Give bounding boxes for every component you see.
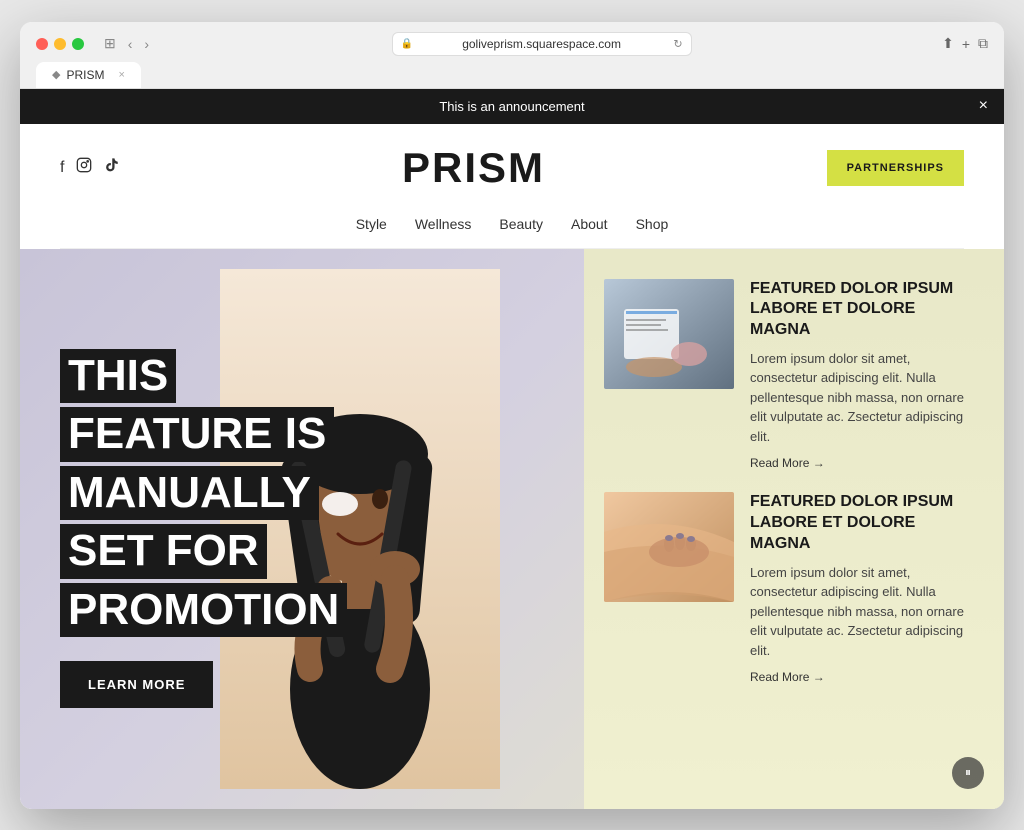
back-btn[interactable]: ‹ — [124, 34, 137, 54]
hero-line-4: SET FOR — [60, 524, 267, 579]
site-logo[interactable]: PRISM — [402, 144, 545, 192]
tiktok-icon[interactable] — [104, 157, 120, 178]
refresh-icon[interactable]: ↻ — [673, 37, 682, 50]
learn-more-button[interactable]: LEARN MORE — [60, 661, 213, 708]
article-thumbnail-2[interactable] — [604, 492, 734, 602]
announcement-close-btn[interactable]: × — [979, 97, 988, 115]
hero-section: THIS FEATURE IS MANUALLY SET FOR PROMOTI… — [20, 249, 1004, 809]
article-content-2: FEATURED DOLOR IPSUM LABORE ET DOLORE MA… — [750, 492, 974, 686]
read-more-link-1[interactable]: Read More — [750, 456, 825, 470]
pause-icon: ⏸ — [965, 765, 971, 780]
share-icon[interactable]: ⬆ — [942, 35, 954, 52]
nav-beauty[interactable]: Beauty — [499, 216, 543, 232]
site-header: f PRISM PARTNERSHIP — [20, 124, 1004, 249]
active-tab[interactable]: ◆ PRISM × — [36, 62, 141, 88]
hero-left: THIS FEATURE IS MANUALLY SET FOR PROMOTI… — [20, 249, 584, 809]
hero-line-1: THIS — [60, 349, 176, 404]
pause-button[interactable]: ⏸ — [952, 757, 984, 789]
nav-shop[interactable]: Shop — [636, 216, 669, 232]
hero-line-2: FEATURE IS — [60, 407, 334, 462]
hero-headline: THIS FEATURE IS MANUALLY SET FOR PROMOTI… — [60, 349, 544, 642]
website-content: This is an announcement × f — [20, 89, 1004, 809]
maximize-dot[interactable] — [72, 38, 84, 50]
browser-chrome: ⊞ ‹ › 🔒 goliveprism.squarespace.com ↻ ⬆ … — [20, 22, 1004, 89]
hero-line-3: MANUALLY — [60, 466, 319, 521]
nav-about[interactable]: About — [571, 216, 608, 232]
browser-window: ⊞ ‹ › 🔒 goliveprism.squarespace.com ↻ ⬆ … — [20, 22, 1004, 809]
featured-section: FEATURED DOLOR IPSUM LABORE ET DOLORE MA… — [584, 249, 1004, 809]
address-bar[interactable]: 🔒 goliveprism.squarespace.com ↻ — [392, 32, 692, 56]
site-nav: Style Wellness Beauty About Shop — [60, 204, 964, 249]
article-title-2: FEATURED DOLOR IPSUM LABORE ET DOLORE MA… — [750, 492, 974, 554]
minimize-dot[interactable] — [54, 38, 66, 50]
tabs-icon[interactable]: ⧉ — [978, 35, 988, 52]
tab-title: PRISM — [66, 68, 104, 82]
lock-icon: 🔒 — [401, 38, 413, 49]
announcement-bar: This is an announcement × — [20, 89, 1004, 124]
article-card-1: FEATURED DOLOR IPSUM LABORE ET DOLORE MA… — [604, 279, 974, 473]
article-content-1: FEATURED DOLOR IPSUM LABORE ET DOLORE MA… — [750, 279, 974, 473]
close-dot[interactable] — [36, 38, 48, 50]
announcement-text: This is an announcement — [439, 99, 584, 114]
new-tab-icon[interactable]: + — [962, 36, 970, 52]
facebook-icon[interactable]: f — [60, 159, 64, 177]
read-more-link-2[interactable]: Read More — [750, 670, 825, 684]
nav-wellness[interactable]: Wellness — [415, 216, 472, 232]
instagram-icon[interactable] — [76, 157, 92, 178]
article-title-1: FEATURED DOLOR IPSUM LABORE ET DOLORE MA… — [750, 279, 974, 341]
nav-style[interactable]: Style — [356, 216, 387, 232]
forward-btn[interactable]: › — [140, 34, 153, 54]
article-thumbnail-1[interactable] — [604, 279, 734, 389]
hero-line-5: PROMOTION — [60, 583, 347, 638]
tab-close-icon[interactable]: × — [118, 69, 124, 81]
tab-favicon: ◆ — [52, 68, 60, 81]
url-text: goliveprism.squarespace.com — [462, 37, 621, 51]
partnerships-button[interactable]: PARTNERSHIPS — [827, 150, 964, 186]
social-icons: f — [60, 157, 120, 178]
sidebar-toggle-btn[interactable]: ⊞ — [100, 33, 120, 54]
article-excerpt-2: Lorem ipsum dolor sit amet, consectetur … — [750, 563, 974, 661]
article-excerpt-1: Lorem ipsum dolor sit amet, consectetur … — [750, 349, 974, 447]
article-card-2: FEATURED DOLOR IPSUM LABORE ET DOLORE MA… — [604, 492, 974, 686]
